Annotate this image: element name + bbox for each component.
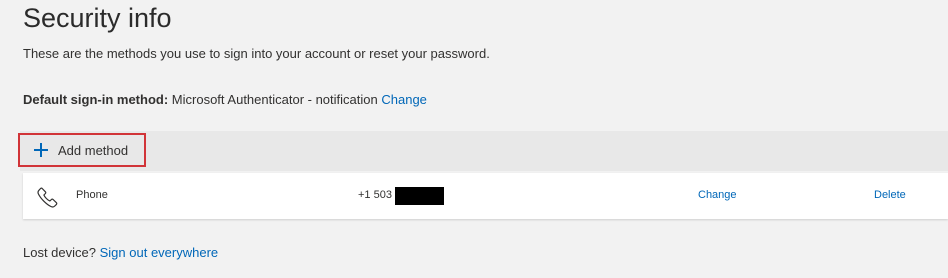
delete-phone-link[interactable]: Delete [874, 189, 906, 201]
method-row-phone: Phone +1 503 Change Delete [23, 173, 948, 219]
sign-out-everywhere-link[interactable]: Sign out everywhere [100, 245, 219, 260]
page-subtitle: These are the methods you use to sign in… [23, 46, 490, 61]
lost-device-text: Lost device? [23, 245, 96, 260]
lost-device-section: Lost device? Sign out everywhere [23, 245, 218, 260]
method-value: +1 503 [358, 189, 392, 201]
page-title: Security info [23, 3, 172, 33]
default-method-value: Microsoft Authenticator - notification [171, 92, 378, 107]
plus-icon [34, 143, 48, 157]
add-method-button[interactable]: Add method [18, 133, 146, 167]
add-method-bar [20, 131, 948, 171]
add-method-label: Add method [58, 142, 129, 158]
change-default-method-link[interactable]: Change [381, 92, 427, 107]
default-method-label: Default sign-in method: [23, 92, 169, 107]
default-sign-in-method: Default sign-in method: Microsoft Authen… [23, 92, 427, 107]
change-phone-link[interactable]: Change [698, 189, 737, 201]
phone-icon [37, 186, 59, 208]
redacted-phone-number [395, 187, 444, 205]
method-type: Phone [76, 189, 108, 201]
